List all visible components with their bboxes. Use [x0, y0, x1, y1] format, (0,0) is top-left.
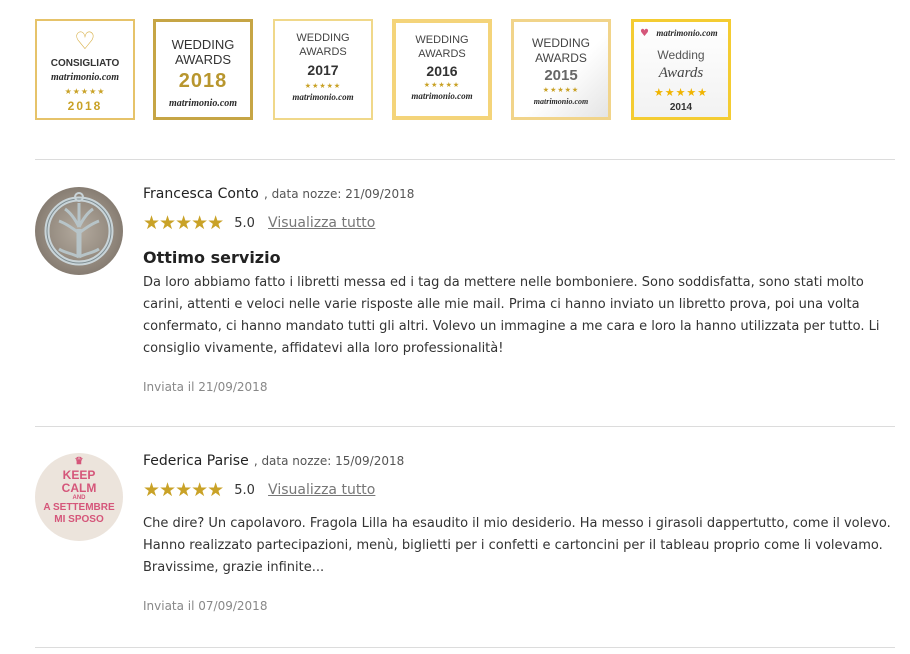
badge-year: 2018	[67, 99, 103, 113]
avatar-text: KEEP	[62, 468, 96, 482]
review-sent-date: Inviata il 07/09/2018	[143, 599, 268, 613]
avatar-text: A SETTEMBRE	[43, 502, 115, 513]
review-author[interactable]: Francesca Conto	[143, 186, 259, 202]
review-body: Che dire? Un capolavoro. Fragola Lilla h…	[143, 516, 891, 575]
avatar-text: MI SPOSO	[54, 514, 104, 525]
badge-label: AWARDS	[299, 46, 347, 58]
award-badge-consigliato-2018: ♡ CONSIGLIATO matrimonio.com ★★★★★ 2018	[35, 19, 135, 120]
badge-stars: ★★★★★	[423, 81, 461, 89]
badge-label: AWARDS	[174, 52, 232, 67]
badge-label: WEDDING	[532, 36, 590, 50]
badge-year: 2015	[544, 67, 578, 84]
award-badge-2015: WEDDING AWARDS 2015 ★★★★★ matrimonio.com	[511, 19, 611, 120]
divider	[35, 159, 895, 160]
badge-year: 2018	[178, 70, 228, 92]
review-sent-date: Inviata il 21/09/2018	[143, 380, 268, 394]
award-badge-2016: WEDDING AWARDS 2016 ★★★★★ matrimonio.com	[392, 19, 492, 120]
badge-brand: matrimonio.com	[50, 72, 120, 83]
rating-row: ★★★★★ 5.0 Visualizza tutto	[143, 212, 375, 234]
badge-label: WEDDING	[171, 37, 235, 52]
award-badge-2018: WEDDING AWARDS 2018 matrimonio.com	[153, 19, 253, 120]
rating-score: 5.0	[234, 215, 255, 231]
divider	[35, 426, 895, 427]
review-meta: Federica Parise , data nozze: 15/09/2018	[143, 450, 404, 469]
avatar-text: CALM	[61, 481, 97, 495]
wedding-date: , data nozze: 21/09/2018	[263, 187, 415, 201]
rating-score: 5.0	[234, 482, 255, 498]
badge-brand: matrimonio.com	[292, 92, 354, 102]
divider	[35, 647, 895, 648]
badge-label: Awards	[658, 65, 704, 81]
tree-pendant-image	[44, 192, 114, 266]
avatar	[35, 187, 123, 275]
badge-year: 2014	[669, 102, 693, 113]
badge-brand: matrimonio.com	[411, 91, 473, 101]
review-meta: Francesca Conto , data nozze: 21/09/2018	[143, 183, 414, 202]
badge-brand: matrimonio.com	[656, 28, 718, 38]
star-rating-icon: ★★★★★	[143, 479, 224, 501]
badge-brand: matrimonio.com	[533, 97, 589, 106]
wedding-date: , data nozze: 15/09/2018	[253, 454, 405, 468]
review-item: Francesca Conto , data nozze: 21/09/2018…	[35, 183, 895, 413]
badge-brand: matrimonio.com	[168, 98, 238, 109]
avatar: ♛ KEEP CALM AND A SETTEMBRE MI SPOSO	[35, 453, 123, 541]
rating-row: ★★★★★ 5.0 Visualizza tutto	[143, 479, 375, 501]
review-author[interactable]: Federica Parise	[143, 453, 249, 469]
badge-label: AWARDS	[418, 48, 466, 60]
badge-label: WEDDING	[415, 34, 469, 46]
badge-year: 2016	[426, 63, 458, 79]
award-badge-2014: ♥ matrimonio.com Wedding Awards ★★★★★ 20…	[631, 19, 731, 120]
badge-stars: ★★★★★	[542, 86, 580, 94]
review-title: Ottimo servizio	[143, 248, 281, 267]
view-all-link[interactable]: Visualizza tutto	[268, 215, 375, 231]
badge-label: WEDDING	[296, 32, 350, 44]
star-rating-icon: ★★★★★	[143, 212, 224, 234]
review-body: Da loro abbiamo fatto i libretti messa e…	[143, 275, 880, 356]
award-badge-2017: WEDDING AWARDS 2017 ★★★★★ matrimonio.com	[273, 19, 373, 120]
badge-stars: ★★★★★	[64, 87, 106, 96]
avatar-text: AND	[72, 495, 86, 501]
view-all-link[interactable]: Visualizza tutto	[268, 482, 375, 498]
badge-year: 2017	[307, 62, 339, 78]
badge-label: CONSIGLIATO	[50, 58, 120, 69]
crown-icon: ♛	[74, 456, 84, 467]
heart-icon: ♡	[74, 27, 96, 55]
badge-label: Wedding	[657, 48, 705, 62]
badge-stars: ★★★★★	[653, 86, 709, 99]
badge-stars: ★★★★★	[304, 82, 342, 90]
review-item: ♛ KEEP CALM AND A SETTEMBRE MI SPOSO Fed…	[35, 450, 895, 630]
badge-label: AWARDS	[535, 51, 587, 65]
